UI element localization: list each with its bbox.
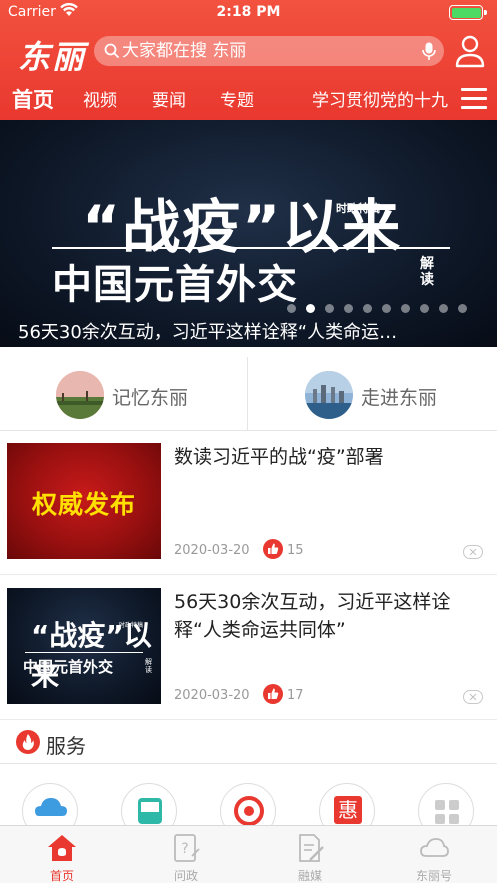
banner-subheadline: 中国元首外交: [52, 262, 298, 308]
thumbnail-tag: 时政特稿: [119, 622, 144, 629]
services-grid: 惠: [0, 765, 497, 825]
dismiss-icon[interactable]: [463, 545, 483, 559]
svg-text:?: ?: [181, 841, 188, 857]
edit-icon: [299, 834, 324, 862]
hui-icon[interactable]: 惠: [319, 783, 375, 825]
thumbnail-divider: [25, 652, 143, 653]
news-item[interactable]: “战疫”以来 时政特稿 中国元首外交 解读 56天30余次互动，习近平这样诠释“…: [0, 576, 497, 720]
grid-icon[interactable]: [418, 783, 474, 825]
carousel-dot-active[interactable]: [306, 304, 315, 313]
thumbnail-side-text: 解读: [145, 658, 152, 674]
banner-caption: 56天30余次互动，习近平这样诠释“人类命运…: [18, 322, 398, 343]
battery-icon: [449, 5, 487, 20]
carousel-dot[interactable]: [287, 304, 296, 313]
thumbs-up-icon[interactable]: [263, 684, 283, 704]
tab-topics[interactable]: 专题: [220, 86, 254, 111]
home-icon: [48, 835, 76, 861]
carousel-dot[interactable]: [363, 304, 372, 313]
cloud-icon[interactable]: [22, 783, 78, 825]
news-item[interactable]: 权威发布 数读习近平的战“疫”部署 2020-03-20 15: [0, 431, 497, 575]
services-title: 服务: [46, 734, 86, 758]
carousel-indicator[interactable]: [287, 304, 467, 313]
tab-bar-label: 问政: [173, 869, 198, 883]
app-header: Carrier 2:18 PM 东丽 首页 视频 要闻 专题 学习贯彻党的十九: [0, 0, 497, 120]
carousel-dot[interactable]: [344, 304, 353, 313]
quick-link-memory[interactable]: 记忆东丽: [0, 357, 248, 431]
carousel-dot[interactable]: [382, 304, 391, 313]
thumbs-up-icon[interactable]: [263, 539, 283, 559]
news-title: 56天30余次互动，习近平这样诠释“人类命运共同体”: [174, 591, 451, 641]
app-logo: 东丽: [18, 38, 87, 76]
explore-thumbnail: [305, 371, 353, 419]
banner-side-text: 解读: [420, 256, 434, 288]
quick-link-label: 走进东丽: [361, 387, 438, 409]
quick-link-label: 记忆东丽: [112, 387, 189, 409]
carousel-dot[interactable]: [401, 304, 410, 313]
carousel-dot[interactable]: [420, 304, 429, 313]
news-thumbnail: “战疫”以来 时政特稿 中国元首外交 解读: [7, 588, 161, 704]
channel-tabs: 首页 视频 要闻 专题 学习贯彻党的十九: [0, 80, 497, 118]
question-icon: ?: [174, 834, 200, 862]
like-count: 15: [287, 543, 304, 558]
dismiss-icon[interactable]: [463, 690, 483, 704]
tab-bar-label: 东丽号: [415, 869, 452, 883]
quick-links: 记忆东丽 走进东丽: [0, 357, 497, 431]
search-bar[interactable]: [94, 36, 444, 66]
bottom-tab-bar: 首页 ? 问政 融媒 东丽号: [0, 825, 497, 883]
news-thumbnail: 权威发布: [7, 443, 161, 559]
carousel-dot[interactable]: [439, 304, 448, 313]
recycle-icon[interactable]: [220, 783, 276, 825]
tab-home[interactable]: 首页: [12, 84, 54, 114]
microphone-icon[interactable]: [422, 42, 436, 65]
carousel-dot[interactable]: [325, 304, 334, 313]
tab-study[interactable]: 学习贯彻党的十九: [312, 86, 448, 111]
news-date: 2020-03-20: [174, 543, 250, 558]
memory-thumbnail: [56, 371, 104, 419]
like-count: 17: [287, 688, 304, 703]
carousel-dot[interactable]: [458, 304, 467, 313]
menu-icon[interactable]: [461, 88, 487, 110]
bus-icon[interactable]: [121, 783, 177, 825]
tab-bar-home[interactable]: 首页: [0, 826, 124, 884]
tab-bar-label: 融媒: [297, 869, 322, 883]
tab-bar-inquiry[interactable]: ? 问政: [124, 826, 248, 884]
news-title: 数读习近平的战“疫”部署: [174, 446, 384, 468]
tab-bar-dongli[interactable]: 东丽号: [372, 826, 496, 884]
banner-tag: 时政特稿: [336, 202, 380, 215]
clock: 2:18 PM: [216, 4, 281, 20]
search-icon: [104, 43, 120, 63]
news-date: 2020-03-20: [174, 688, 250, 703]
status-bar: Carrier 2:18 PM: [0, 0, 497, 26]
carousel-banner[interactable]: “战疫”以来 时政特稿 中国元首外交 解读 56天30余次互动，习近平这样诠释“…: [0, 120, 497, 347]
thumbnail-subheadline: 中国元首外交: [23, 658, 114, 676]
thumbnail-text: 权威发布: [31, 490, 136, 519]
banner-divider: [52, 247, 450, 249]
tab-news[interactable]: 要闻: [152, 86, 186, 111]
svg-text:惠: 惠: [338, 798, 358, 822]
search-input[interactable]: [122, 36, 412, 66]
flame-icon: [16, 730, 40, 754]
services-header: 服务: [0, 720, 497, 764]
tab-video[interactable]: 视频: [83, 86, 117, 111]
cloud-icon: [420, 838, 449, 857]
tab-bar-label: 首页: [49, 869, 74, 883]
user-profile-icon[interactable]: [455, 34, 485, 68]
tab-bar-media[interactable]: 融媒: [248, 826, 372, 884]
quick-link-explore[interactable]: 走进东丽: [249, 357, 497, 431]
